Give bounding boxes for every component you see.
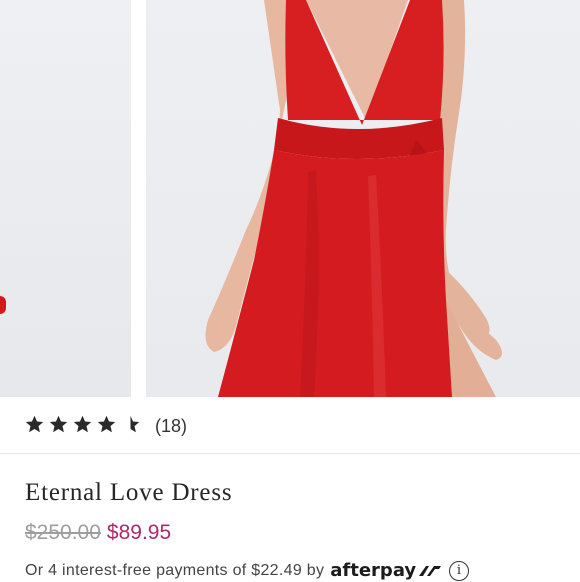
afterpay-logo: afterpay [330,560,443,582]
afterpay-text: Or 4 interest-free payments of $22.49 by [25,562,325,579]
info-icon[interactable]: i [449,561,470,581]
dress-photo-illustration [205,0,502,397]
afterpay-mark-icon [419,566,442,576]
product-image-gallery[interactable] [0,0,580,397]
product-title: Eternal Love Dress [25,479,233,506]
star-full-icon [49,415,68,433]
star-rating[interactable] [24,414,141,438]
review-count[interactable]: (18) [155,414,187,438]
afterpay-brand: afterpay [330,560,417,581]
sale-price: $89.95 [106,521,172,544]
product-image-main[interactable] [146,0,580,397]
star-half-icon [130,415,140,433]
price-row: $250.00 $89.95 [25,519,171,547]
star-full-icon [25,415,44,433]
afterpay-message: Or 4 interest-free payments of $22.49 by… [25,560,470,582]
star-full-icon [97,415,116,433]
product-image-left[interactable] [0,0,131,397]
dress-edge-detail [0,296,6,314]
star-full-icon [73,415,92,433]
original-price: $250.00 [25,521,101,544]
